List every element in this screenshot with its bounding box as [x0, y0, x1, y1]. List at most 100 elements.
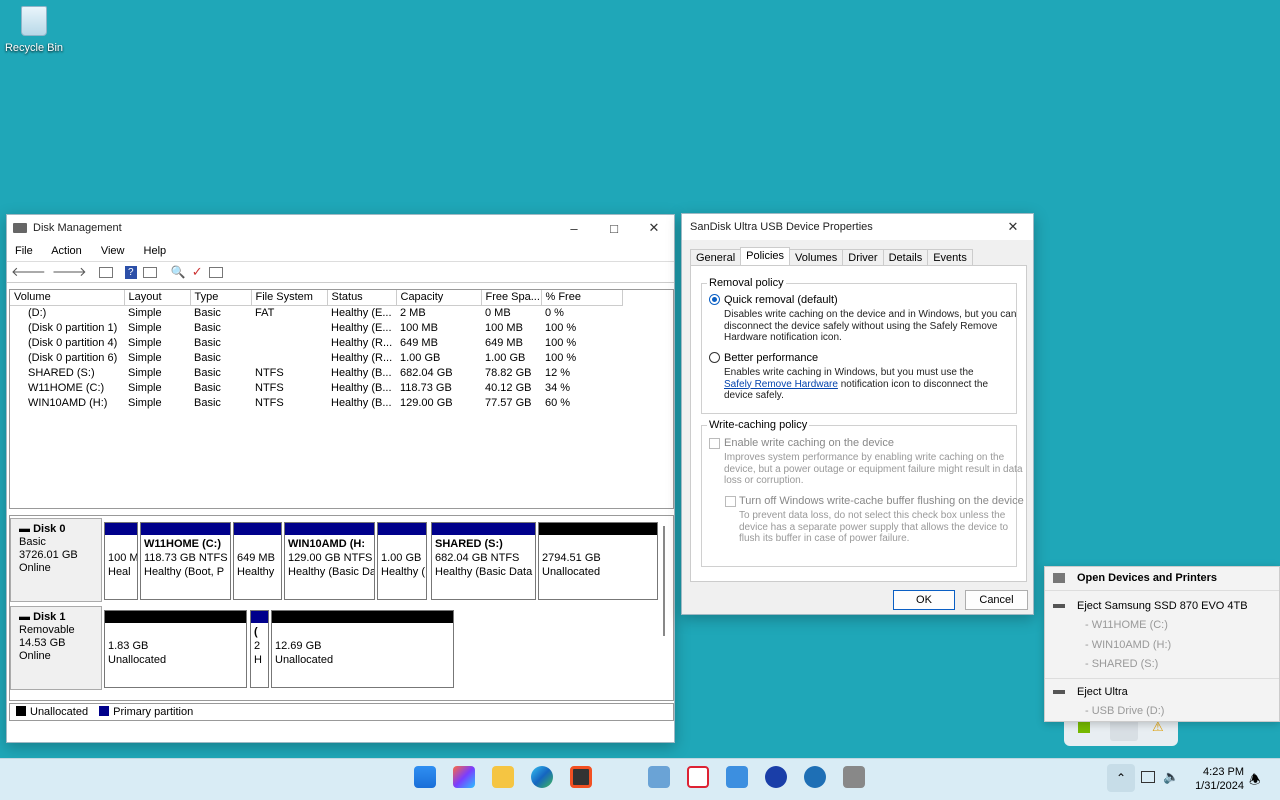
view-icon[interactable]: [98, 266, 113, 278]
partition-line: Unallocated: [275, 654, 334, 666]
col-capacity[interactable]: Capacity: [396, 290, 482, 306]
desc-line: Hardware notification icon.: [724, 332, 842, 343]
removal-policy-title: Removal policy: [707, 277, 786, 289]
partition-text: WIN10AMD (H: 129.00 GB NTFS Healthy (Basic…: [285, 535, 374, 581]
props-titlebar[interactable]: SanDisk Ultra USB Device Properties ✕: [682, 214, 1033, 240]
volume-cell: Healthy (B...: [331, 381, 392, 394]
quick-removal-label[interactable]: Quick removal (default): [724, 294, 838, 306]
partition-block[interactable]: 12.69 GB Unallocated: [271, 610, 454, 688]
volume-row[interactable]: SHARED (S:) Simple Basic NTFS Healthy (B... 6…: [10, 365, 622, 380]
volume-row[interactable]: WIN10AMD (H:) Simple Basic NTFS Healthy (B..…: [10, 395, 622, 410]
volume-cell: [251, 320, 327, 335]
dm-titlebar[interactable]: Disk Management – □ ✕: [7, 215, 674, 241]
partition-line: Healthy: [237, 566, 275, 578]
col-status[interactable]: Status: [327, 290, 397, 306]
partition-block[interactable]: SHARED (S:) 682.04 GB NTFS Healthy (Basic …: [431, 522, 536, 600]
disk1-info[interactable]: ▬ Disk 1 Removable 14.53 GB Online: [10, 606, 102, 690]
partition-block[interactable]: 1.00 GB Healthy (: [377, 522, 427, 600]
volume-row[interactable]: W11HOME (C:) Simple Basic NTFS Healthy (B...…: [10, 380, 622, 395]
volume-cell: 118.73 GB: [400, 381, 452, 394]
clock-date: 1/31/2024: [1195, 780, 1244, 792]
partition-block[interactable]: (2 H: [250, 610, 269, 688]
settings-icon[interactable]: [208, 266, 223, 278]
notepad-icon[interactable]: [726, 766, 748, 788]
disk-graphical-view: ▬ Disk 0 Basic 3726.01 GB Online 100 M He…: [9, 515, 674, 701]
col-volume[interactable]: Volume: [10, 290, 125, 306]
tab-policies[interactable]: Policies: [740, 247, 791, 266]
partition-line: Unallocated: [542, 566, 601, 578]
volume-cell: 2 MB: [400, 306, 426, 319]
menu-help[interactable]: Help: [144, 245, 167, 257]
open-devices-item[interactable]: Open Devices and Printers: [1045, 572, 1280, 584]
notification-bell-icon[interactable]: 🕭: [1249, 771, 1261, 793]
close-button[interactable]: ✕: [993, 214, 1033, 240]
store-icon[interactable]: [570, 766, 592, 788]
ok-button[interactable]: OK: [893, 590, 955, 610]
menu-view[interactable]: View: [101, 245, 125, 257]
desc-line: device safely.: [724, 390, 784, 401]
enable-write-caching-checkbox[interactable]: [709, 438, 720, 449]
better-performance-radio[interactable]: [709, 352, 720, 363]
turn-off-flushing-checkbox[interactable]: [725, 496, 736, 507]
file-explorer-icon[interactable]: [492, 766, 514, 788]
browser-icon[interactable]: [804, 766, 826, 788]
partition-block[interactable]: 2794.51 GB Unallocated: [538, 522, 658, 600]
app-icon[interactable]: [765, 766, 787, 788]
partition-block[interactable]: 649 MB Healthy: [233, 522, 282, 600]
eject-ultra-item[interactable]: Eject Ultra: [1045, 686, 1280, 698]
eject-samsung-item[interactable]: Eject Samsung SSD 870 EVO 4TB: [1045, 600, 1280, 612]
volume-cell: Basic: [194, 381, 221, 394]
close-button[interactable]: ✕: [634, 215, 674, 241]
enable-write-caching-label[interactable]: Enable write caching on the device: [724, 437, 894, 449]
volume-row[interactable]: (Disk 0 partition 6) Simple Basic Healthy (…: [10, 350, 622, 365]
partition-line: 649 MB: [237, 552, 275, 564]
tool-icon[interactable]: [843, 766, 865, 788]
minimize-button[interactable]: –: [554, 215, 594, 241]
search-icon[interactable]: 🔍: [171, 265, 186, 279]
nvidia-icon[interactable]: [1078, 721, 1090, 733]
quick-removal-radio[interactable]: [709, 294, 720, 305]
volume-cell: Simple: [128, 351, 162, 364]
turn-off-flushing-label[interactable]: Turn off Windows write-cache buffer flus…: [739, 495, 1024, 507]
props-panel: Removal policy Quick removal (default) D…: [690, 265, 1027, 582]
disk1-size: 14.53 GB: [19, 637, 66, 649]
disk0-info[interactable]: ▬ Disk 0 Basic 3726.01 GB Online: [10, 518, 102, 602]
volume-row[interactable]: (Disk 0 partition 1) Simple Basic Healthy (…: [10, 320, 622, 335]
clock[interactable]: 4:23 PM 1/31/2024: [1186, 765, 1244, 793]
rdp-icon[interactable]: [648, 766, 670, 788]
partition-line: W11HOME (C:): [144, 538, 221, 550]
volume-cell: 682.04 GB: [400, 366, 453, 379]
partition-block[interactable]: 100 M Heal: [104, 522, 138, 600]
vertical-scrollbar[interactable]: [663, 526, 665, 636]
check-icon[interactable]: ✓: [192, 264, 203, 280]
menu-action[interactable]: Action: [51, 245, 82, 257]
safely-remove-link[interactable]: Safely Remove Hardware: [724, 379, 838, 390]
snipping-icon[interactable]: [687, 766, 709, 788]
start-icon[interactable]: [414, 766, 436, 788]
network-icon[interactable]: [1141, 771, 1155, 783]
forward-icon[interactable]: 🡒: [52, 264, 87, 280]
col-pctfree[interactable]: % Free: [541, 290, 623, 306]
menu-file[interactable]: File: [15, 245, 33, 257]
edge-icon[interactable]: [531, 766, 553, 788]
partition-block[interactable]: 1.83 GB Unallocated: [104, 610, 247, 688]
col-type[interactable]: Type: [190, 290, 252, 306]
partition-block[interactable]: WIN10AMD (H: 129.00 GB NTFS Healthy (Basic…: [284, 522, 375, 600]
cancel-button[interactable]: Cancel: [965, 590, 1028, 610]
col-layout[interactable]: Layout: [124, 290, 191, 306]
copilot-icon[interactable]: [453, 766, 475, 788]
volume-row[interactable]: (D:) Simple Basic FAT Healthy (E... 2 MB 0 MB 0…: [10, 305, 622, 320]
properties-icon[interactable]: [142, 266, 157, 278]
partition-block[interactable]: W11HOME (C:) 118.73 GB NTFS Healthy (Boot,…: [140, 522, 231, 600]
volume-row[interactable]: (Disk 0 partition 4) Simple Basic Healthy (…: [10, 335, 622, 350]
col-filesystem[interactable]: File System: [251, 290, 328, 306]
volume-icon[interactable]: 🔈: [1163, 769, 1179, 785]
recycle-bin[interactable]: Recycle Bin: [4, 6, 64, 54]
better-performance-label[interactable]: Better performance: [724, 352, 818, 364]
show-hidden-icons-button[interactable]: ⌃: [1107, 764, 1135, 792]
col-free[interactable]: Free Spa...: [481, 290, 542, 306]
back-icon[interactable]: 🡐: [11, 264, 46, 280]
maximize-button[interactable]: □: [594, 215, 634, 241]
volume-cell: NTFS: [255, 381, 284, 394]
help-icon[interactable]: ?: [124, 265, 137, 279]
